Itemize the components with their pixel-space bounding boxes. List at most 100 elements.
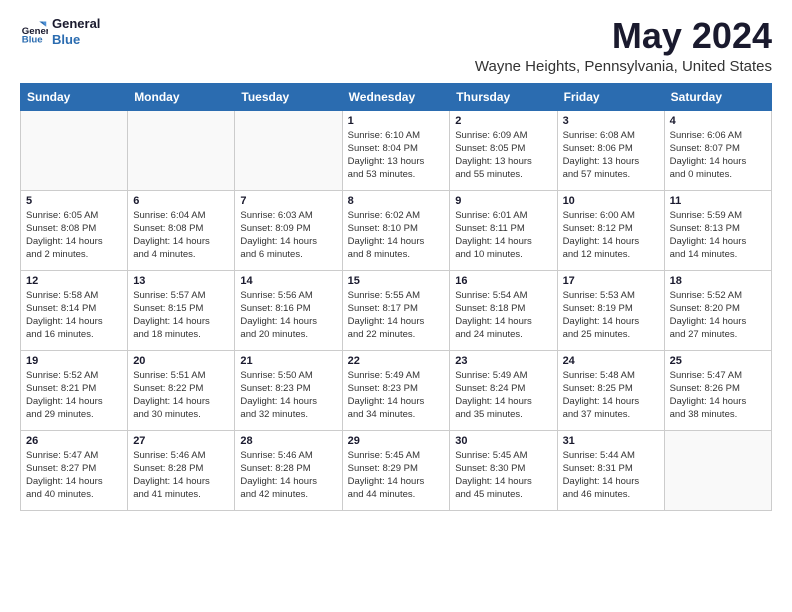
day-number: 13 — [133, 275, 229, 287]
day-info: Sunrise: 5:47 AMSunset: 8:27 PMDaylight:… — [26, 449, 122, 502]
day-info: Sunrise: 5:49 AMSunset: 8:24 PMDaylight:… — [455, 369, 551, 422]
day-info: Sunrise: 5:45 AMSunset: 8:30 PMDaylight:… — [455, 449, 551, 502]
day-info: Sunrise: 5:44 AMSunset: 8:31 PMDaylight:… — [563, 449, 659, 502]
calendar-cell: 2 Sunrise: 6:09 AMSunset: 8:05 PMDaylight… — [450, 110, 557, 190]
calendar-cell: 17 Sunrise: 5:53 AMSunset: 8:19 PMDayligh… — [557, 270, 664, 350]
day-info: Sunrise: 6:02 AMSunset: 8:10 PMDaylight:… — [348, 209, 445, 262]
calendar-cell: 13 Sunrise: 5:57 AMSunset: 8:15 PMDayligh… — [128, 270, 235, 350]
day-number: 4 — [670, 115, 766, 127]
calendar-cell: 3 Sunrise: 6:08 AMSunset: 8:06 PMDaylight… — [557, 110, 664, 190]
day-number: 28 — [240, 435, 336, 447]
logo-text-general: General — [52, 16, 100, 32]
calendar-cell: 10 Sunrise: 6:00 AMSunset: 8:12 PMDayligh… — [557, 190, 664, 270]
calendar-table: SundayMondayTuesdayWednesdayThursdayFrid… — [20, 83, 772, 511]
calendar-cell: 8 Sunrise: 6:02 AMSunset: 8:10 PMDaylight… — [342, 190, 450, 270]
day-number: 3 — [563, 115, 659, 127]
week-row-2: 12 Sunrise: 5:58 AMSunset: 8:14 PMDayligh… — [21, 270, 772, 350]
subtitle: Wayne Heights, Pennsylvania, United Stat… — [475, 58, 772, 75]
main-title: May 2024 — [475, 16, 772, 56]
day-number: 15 — [348, 275, 445, 287]
calendar-cell: 25 Sunrise: 5:47 AMSunset: 8:26 PMDayligh… — [664, 350, 771, 430]
logo-icon: General Blue — [20, 18, 48, 46]
day-info: Sunrise: 6:10 AMSunset: 8:04 PMDaylight:… — [348, 129, 445, 182]
day-info: Sunrise: 6:05 AMSunset: 8:08 PMDaylight:… — [26, 209, 122, 262]
calendar-cell: 11Sunrise: 5:59 AMSunset: 8:13 PMDayligh… — [664, 190, 771, 270]
day-number: 11 — [670, 195, 766, 207]
day-info: Sunrise: 5:51 AMSunset: 8:22 PMDaylight:… — [133, 369, 229, 422]
day-info: Sunrise: 5:45 AMSunset: 8:29 PMDaylight:… — [348, 449, 445, 502]
calendar-cell: 22 Sunrise: 5:49 AMSunset: 8:23 PMDayligh… — [342, 350, 450, 430]
day-number: 16 — [455, 275, 551, 287]
calendar-cell: 23 Sunrise: 5:49 AMSunset: 8:24 PMDayligh… — [450, 350, 557, 430]
calendar-cell: 20Sunrise: 5:51 AMSunset: 8:22 PMDayligh… — [128, 350, 235, 430]
day-info: Sunrise: 6:03 AMSunset: 8:09 PMDaylight:… — [240, 209, 336, 262]
header-saturday: Saturday — [664, 83, 771, 110]
day-number: 31 — [563, 435, 659, 447]
calendar-cell: 7 Sunrise: 6:03 AMSunset: 8:09 PMDaylight… — [235, 190, 342, 270]
day-info: Sunrise: 5:58 AMSunset: 8:14 PMDaylight:… — [26, 289, 122, 342]
calendar-cell: 6 Sunrise: 6:04 AMSunset: 8:08 PMDaylight… — [128, 190, 235, 270]
calendar-cell: 28 Sunrise: 5:46 AMSunset: 8:28 PMDayligh… — [235, 430, 342, 510]
day-number: 27 — [133, 435, 229, 447]
day-number: 1 — [348, 115, 445, 127]
calendar-cell: 24Sunrise: 5:48 AMSunset: 8:25 PMDayligh… — [557, 350, 664, 430]
logo: General Blue General Blue — [20, 16, 100, 47]
day-number: 23 — [455, 355, 551, 367]
day-info: Sunrise: 5:49 AMSunset: 8:23 PMDaylight:… — [348, 369, 445, 422]
day-info: Sunrise: 5:47 AMSunset: 8:26 PMDaylight:… — [670, 369, 766, 422]
title-block: May 2024 Wayne Heights, Pennsylvania, Un… — [475, 16, 772, 75]
day-number: 7 — [240, 195, 336, 207]
day-number: 14 — [240, 275, 336, 287]
day-info: Sunrise: 6:01 AMSunset: 8:11 PMDaylight:… — [455, 209, 551, 262]
day-number: 24 — [563, 355, 659, 367]
calendar-cell — [235, 110, 342, 190]
calendar-cell: 18 Sunrise: 5:52 AMSunset: 8:20 PMDayligh… — [664, 270, 771, 350]
day-info: Sunrise: 5:52 AMSunset: 8:20 PMDaylight:… — [670, 289, 766, 342]
day-info: Sunrise: 6:06 AMSunset: 8:07 PMDaylight:… — [670, 129, 766, 182]
day-info: Sunrise: 6:00 AMSunset: 8:12 PMDaylight:… — [563, 209, 659, 262]
calendar-cell: 14 Sunrise: 5:56 AMSunset: 8:16 PMDayligh… — [235, 270, 342, 350]
calendar-cell: 9 Sunrise: 6:01 AMSunset: 8:11 PMDaylight… — [450, 190, 557, 270]
calendar-cell: 4 Sunrise: 6:06 AMSunset: 8:07 PMDaylight… — [664, 110, 771, 190]
calendar-cell: 21Sunrise: 5:50 AMSunset: 8:23 PMDayligh… — [235, 350, 342, 430]
day-number: 25 — [670, 355, 766, 367]
day-number: 29 — [348, 435, 445, 447]
day-info: Sunrise: 6:09 AMSunset: 8:05 PMDaylight:… — [455, 129, 551, 182]
day-number: 22 — [348, 355, 445, 367]
page-header: General Blue General Blue May 2024 Wayne… — [20, 16, 772, 75]
header-friday: Friday — [557, 83, 664, 110]
header-monday: Monday — [128, 83, 235, 110]
day-number: 30 — [455, 435, 551, 447]
day-info: Sunrise: 5:53 AMSunset: 8:19 PMDaylight:… — [563, 289, 659, 342]
day-number: 8 — [348, 195, 445, 207]
day-info: Sunrise: 5:52 AMSunset: 8:21 PMDaylight:… — [26, 369, 122, 422]
day-number: 12 — [26, 275, 122, 287]
week-row-4: 26Sunrise: 5:47 AMSunset: 8:27 PMDayligh… — [21, 430, 772, 510]
calendar-cell: 26Sunrise: 5:47 AMSunset: 8:27 PMDayligh… — [21, 430, 128, 510]
day-number: 21 — [240, 355, 336, 367]
day-number: 2 — [455, 115, 551, 127]
day-number: 9 — [455, 195, 551, 207]
day-info: Sunrise: 5:55 AMSunset: 8:17 PMDaylight:… — [348, 289, 445, 342]
day-number: 10 — [563, 195, 659, 207]
logo-text-blue: Blue — [52, 32, 100, 48]
calendar-cell — [664, 430, 771, 510]
calendar-cell: 29 Sunrise: 5:45 AMSunset: 8:29 PMDayligh… — [342, 430, 450, 510]
day-info: Sunrise: 5:46 AMSunset: 8:28 PMDaylight:… — [240, 449, 336, 502]
calendar-cell: 5 Sunrise: 6:05 AMSunset: 8:08 PMDaylight… — [21, 190, 128, 270]
day-number: 18 — [670, 275, 766, 287]
day-info: Sunrise: 6:04 AMSunset: 8:08 PMDaylight:… — [133, 209, 229, 262]
day-info: Sunrise: 5:56 AMSunset: 8:16 PMDaylight:… — [240, 289, 336, 342]
calendar-cell: 31 Sunrise: 5:44 AMSunset: 8:31 PMDayligh… — [557, 430, 664, 510]
day-number: 5 — [26, 195, 122, 207]
day-number: 6 — [133, 195, 229, 207]
header-tuesday: Tuesday — [235, 83, 342, 110]
calendar-cell: 30 Sunrise: 5:45 AMSunset: 8:30 PMDayligh… — [450, 430, 557, 510]
day-info: Sunrise: 5:57 AMSunset: 8:15 PMDaylight:… — [133, 289, 229, 342]
day-number: 17 — [563, 275, 659, 287]
day-info: Sunrise: 6:08 AMSunset: 8:06 PMDaylight:… — [563, 129, 659, 182]
header-wednesday: Wednesday — [342, 83, 450, 110]
day-info: Sunrise: 5:46 AMSunset: 8:28 PMDaylight:… — [133, 449, 229, 502]
calendar-cell: 19Sunrise: 5:52 AMSunset: 8:21 PMDayligh… — [21, 350, 128, 430]
svg-text:Blue: Blue — [22, 34, 43, 45]
